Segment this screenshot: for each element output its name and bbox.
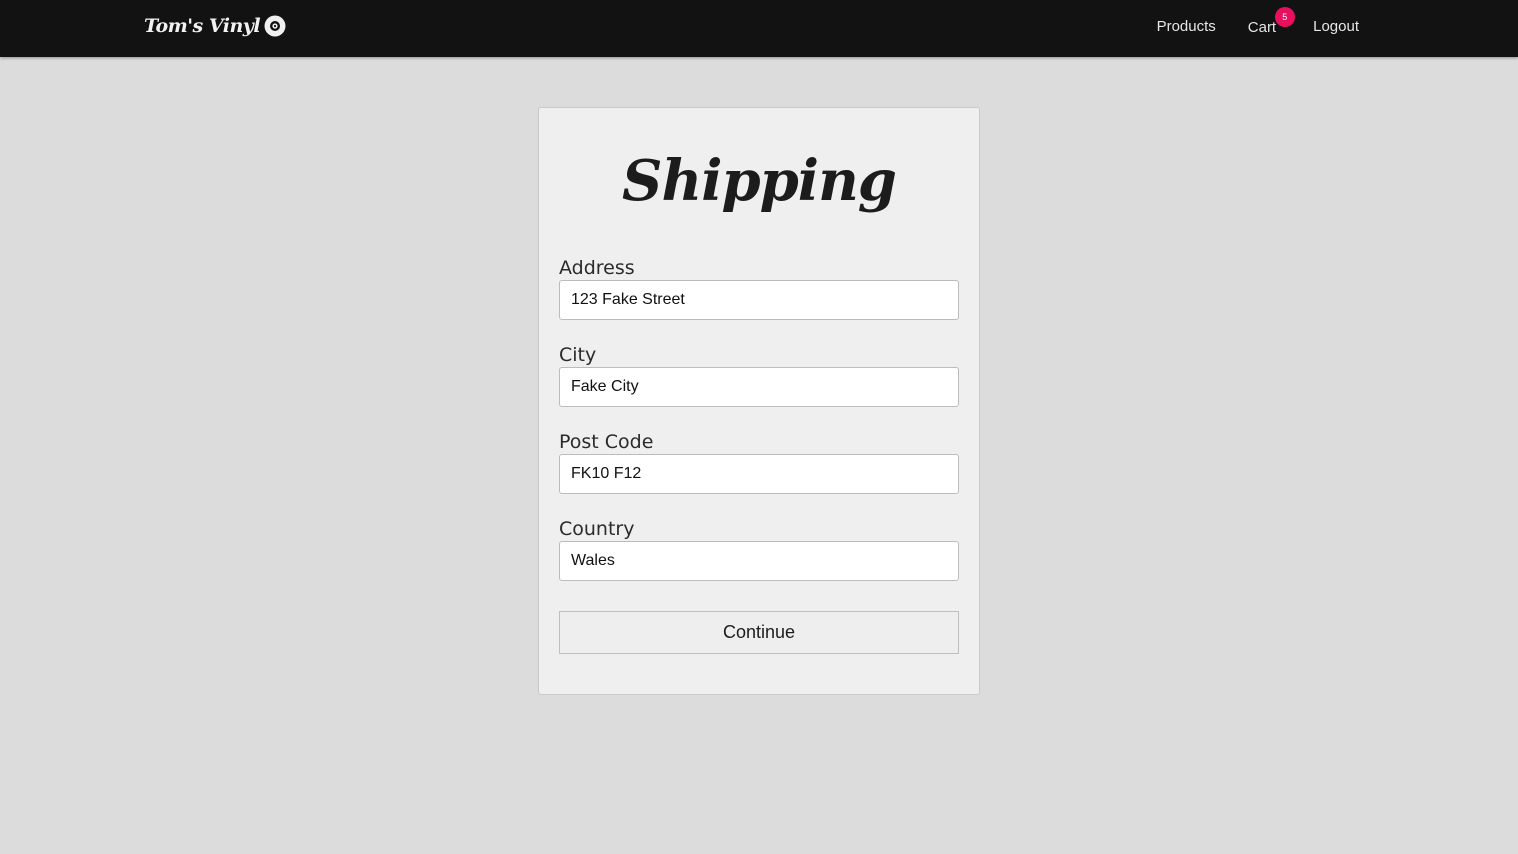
city-field-group: City xyxy=(559,343,959,407)
city-input[interactable] xyxy=(559,367,959,407)
vinyl-record-icon xyxy=(264,15,286,37)
navbar: Tom's Vinyl Products Cart 5 Logout xyxy=(0,0,1518,57)
shipping-form-card: Shipping Address City Post Code Country … xyxy=(538,107,980,695)
address-input[interactable] xyxy=(559,280,959,320)
brand-link[interactable]: Tom's Vinyl xyxy=(144,12,286,40)
postcode-label: Post Code xyxy=(559,431,654,453)
country-input[interactable] xyxy=(559,541,959,581)
continue-button[interactable]: Continue xyxy=(559,611,959,654)
city-label: City xyxy=(559,344,597,366)
country-label: Country xyxy=(559,518,635,540)
nav-products-link[interactable]: Products xyxy=(1157,18,1216,35)
nav-logout-link[interactable]: Logout xyxy=(1313,18,1359,35)
address-label: Address xyxy=(559,257,635,279)
brand-name: Tom's Vinyl xyxy=(144,15,261,37)
cart-link-wrapper: Cart 5 xyxy=(1248,6,1295,36)
nav-cart-link[interactable]: Cart xyxy=(1248,19,1276,36)
page-title: Shipping xyxy=(622,148,897,214)
postcode-input[interactable] xyxy=(559,454,959,494)
address-field-group: Address xyxy=(559,256,959,320)
nav-links: Products Cart 5 Logout xyxy=(1157,0,1359,52)
postcode-field-group: Post Code xyxy=(559,430,959,494)
cart-count-badge: 5 xyxy=(1274,6,1295,27)
country-field-group: Country xyxy=(559,517,959,581)
